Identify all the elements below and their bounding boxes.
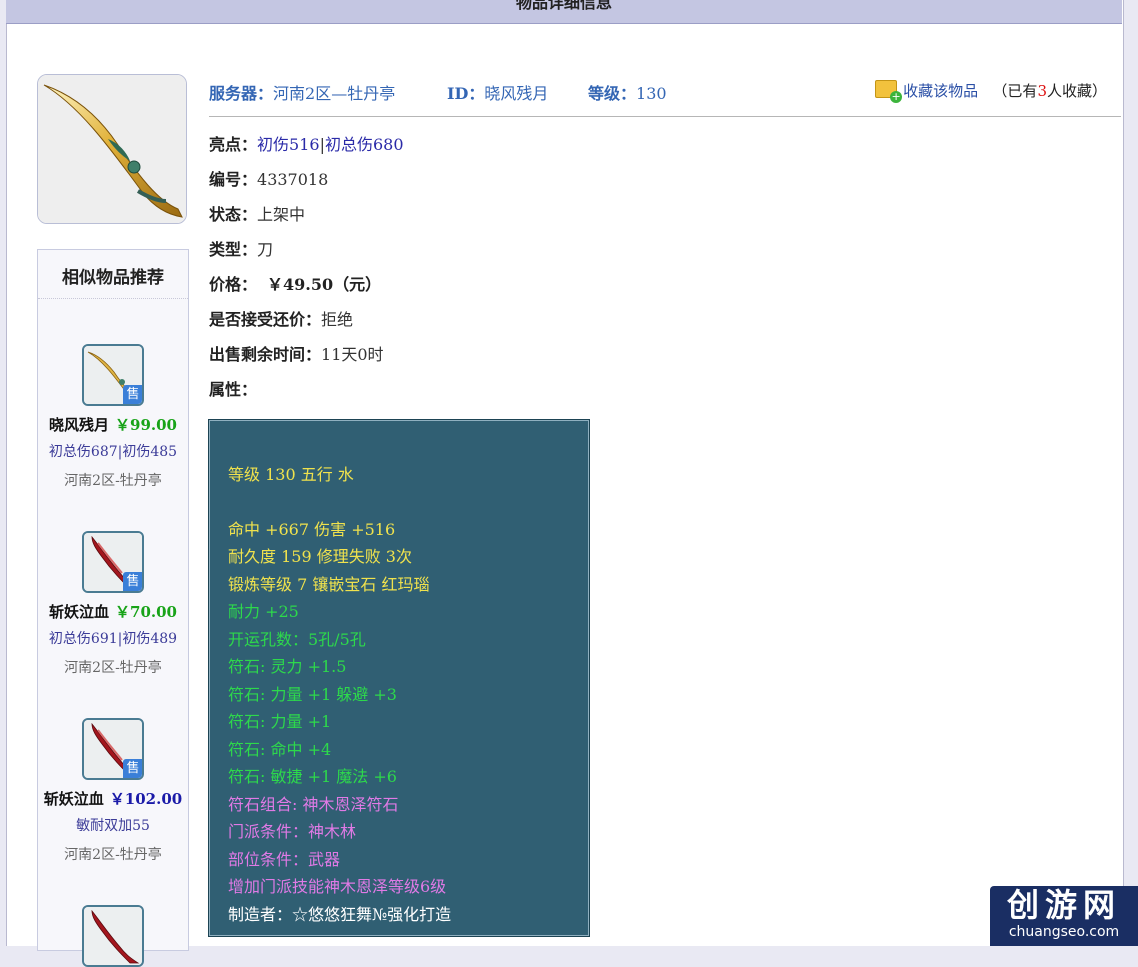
similar-item-title: 斩妖泣血 ￥70.00 bbox=[38, 601, 188, 622]
similar-item-name[interactable]: 斩妖泣血 bbox=[44, 790, 104, 808]
price-label: 价格： bbox=[209, 275, 258, 294]
similar-item-attrs: 敏耐双加55 bbox=[76, 818, 150, 834]
level-label: 等级： bbox=[588, 84, 637, 103]
item-icon[interactable]: 售 bbox=[82, 718, 144, 780]
sidebar-title: 相似物品推荐 bbox=[38, 250, 188, 299]
similar-item-name[interactable]: 斩妖泣血 bbox=[49, 603, 109, 621]
blade-image bbox=[38, 75, 186, 223]
number-label: 编号： bbox=[209, 170, 258, 189]
number-value: 4337018 bbox=[257, 170, 329, 189]
time-left-label: 出售剩余时间： bbox=[209, 345, 322, 364]
sale-badge: 售 bbox=[123, 759, 142, 778]
similar-item[interactable]: 售 晓风残月 ￥99.00 初总伤687|初伤485 河南2区-牡丹亭 bbox=[38, 344, 188, 490]
status-value: 上架中 bbox=[257, 205, 306, 224]
similar-item-name[interactable]: 晓风残月 bbox=[49, 416, 109, 434]
similar-item-server: 河南2区-牡丹亭 bbox=[64, 847, 162, 863]
server-label: 服务器： bbox=[209, 84, 274, 103]
favorite-link[interactable]: 收藏该物品 bbox=[903, 82, 978, 100]
favorite-count: 3 bbox=[1037, 82, 1047, 100]
type-value: 刀 bbox=[257, 240, 274, 259]
sale-badge: 售 bbox=[123, 572, 142, 591]
price-field: 价格： ￥49.50（元） bbox=[209, 271, 381, 295]
number-field: 编号：4337018 bbox=[209, 166, 328, 190]
sale-badge: 售 bbox=[123, 385, 142, 404]
attribute-line: 门派条件：神木林 bbox=[228, 822, 357, 841]
similar-item-attrs: 初总伤691|初伤489 bbox=[48, 631, 178, 647]
similar-item-attrs: 初总伤687|初伤485 bbox=[48, 444, 178, 460]
item-icon[interactable]: 售 bbox=[82, 344, 144, 406]
attribute-line: 符石: 敏捷 +1 魔法 +6 bbox=[228, 767, 397, 786]
level-value: 130 bbox=[636, 84, 667, 103]
add-folder-icon[interactable] bbox=[875, 80, 903, 103]
watermark-logo: 创游网 chuangseo.com bbox=[990, 886, 1138, 946]
favorite-area: 收藏该物品 （已有3人收藏） bbox=[875, 80, 1107, 103]
status-label: 状态： bbox=[209, 205, 258, 224]
server-value: 河南2区—牡丹亭 bbox=[273, 84, 396, 103]
attribute-line: 等级 130 五行 水 bbox=[228, 465, 354, 484]
time-left-value: 11天0时 bbox=[321, 345, 384, 364]
attribute-line: 耐力 +25 bbox=[228, 602, 299, 621]
counter-offer-field: 是否接受还价：拒绝 bbox=[209, 306, 353, 330]
time-left-field: 出售剩余时间：11天0时 bbox=[209, 341, 384, 365]
blade-icon bbox=[84, 907, 142, 965]
highlight-2: 初总伤680 bbox=[324, 135, 404, 154]
page-title: 物品详细信息 bbox=[515, 0, 612, 12]
price-value: ￥49.50（元） bbox=[267, 275, 382, 294]
watermark-url: chuangseo.com bbox=[1008, 924, 1120, 940]
counter-offer-label: 是否接受还价： bbox=[209, 310, 322, 329]
highlight-1: 初伤516 bbox=[257, 135, 320, 154]
attributes-field: 属性： bbox=[209, 376, 257, 400]
attribute-line: 符石: 力量 +1 躲避 +3 bbox=[228, 685, 397, 704]
similar-items-sidebar: 相似物品推荐 售 晓风残月 ￥99.00 初总伤687|初伤485 河南2区-牡丹… bbox=[37, 249, 189, 967]
favorite-prefix: （已有 bbox=[992, 82, 1038, 100]
similar-item-price: ￥102.00 bbox=[109, 790, 183, 808]
item-icon[interactable] bbox=[82, 905, 144, 967]
attribute-line: 耐久度 159 修理失败 3次 bbox=[228, 547, 412, 566]
item-icon[interactable]: 售 bbox=[82, 531, 144, 593]
type-field: 类型：刀 bbox=[209, 236, 273, 260]
similar-item[interactable]: 售 斩妖泣血 ￥70.00 初总伤691|初伤489 河南2区-牡丹亭 bbox=[38, 531, 188, 677]
similar-item-title: 斩妖泣血 ￥102.00 bbox=[38, 788, 188, 809]
level-field: 等级：130 bbox=[588, 80, 667, 104]
similar-item-price: ￥70.00 bbox=[115, 603, 177, 621]
page-title-bar: 物品详细信息 bbox=[6, 0, 1122, 24]
attributes-label: 属性： bbox=[209, 380, 258, 399]
highlight-field: 亮点：初伤516|初总伤680 bbox=[209, 131, 404, 155]
item-thumbnail[interactable] bbox=[37, 74, 187, 224]
similar-item[interactable]: 售 斩妖泣血 ￥102.00 敏耐双加55 河南2区-牡丹亭 bbox=[38, 718, 188, 864]
similar-item[interactable] bbox=[38, 905, 188, 967]
server-field: 服务器：河南2区—牡丹亭 bbox=[209, 80, 395, 104]
type-label: 类型： bbox=[209, 240, 258, 259]
attribute-line: 命中 +667 伤害 +516 bbox=[228, 520, 396, 539]
similar-item-title: 晓风残月 ￥99.00 bbox=[38, 414, 188, 435]
id-value: 晓风残月 bbox=[484, 84, 549, 103]
counter-offer-value: 拒绝 bbox=[321, 310, 354, 329]
similar-item-price: ￥99.00 bbox=[115, 416, 177, 434]
attribute-line: 符石组合: 神木恩泽符石 bbox=[228, 795, 399, 814]
attribute-panel: 等级 130 五行 水 命中 +667 伤害 +516 耐久度 159 修理失败… bbox=[208, 419, 590, 937]
favorite-suffix: 人收藏） bbox=[1046, 82, 1107, 100]
attribute-line: 锻炼等级 7 镶嵌宝石 红玛瑙 bbox=[228, 575, 430, 594]
id-field: ID：晓风残月 bbox=[447, 80, 548, 104]
watermark-title: 创游网 bbox=[1006, 886, 1121, 924]
similar-item-server: 河南2区-牡丹亭 bbox=[64, 660, 162, 676]
similar-item-server: 河南2区-牡丹亭 bbox=[64, 473, 162, 489]
attribute-line: 符石: 力量 +1 bbox=[228, 712, 332, 731]
id-label: ID： bbox=[447, 84, 485, 103]
attribute-line: 部位条件：武器 bbox=[228, 850, 341, 869]
attribute-line: 开运孔数：5孔/5孔 bbox=[228, 630, 366, 649]
attribute-line: 符石: 灵力 +1.5 bbox=[228, 657, 347, 676]
attribute-line: 增加门派技能神木恩泽等级6级 bbox=[228, 877, 447, 896]
status-field: 状态：上架中 bbox=[209, 201, 305, 225]
highlight-label: 亮点： bbox=[209, 135, 258, 154]
item-header: 服务器：河南2区—牡丹亭 ID：晓风残月 等级：130 收藏该物品 （已有3人收… bbox=[209, 80, 1121, 117]
attribute-line: 制造者：☆悠悠狂舞№强化打造 bbox=[228, 905, 452, 924]
attribute-line: 符石: 命中 +4 bbox=[228, 740, 332, 759]
